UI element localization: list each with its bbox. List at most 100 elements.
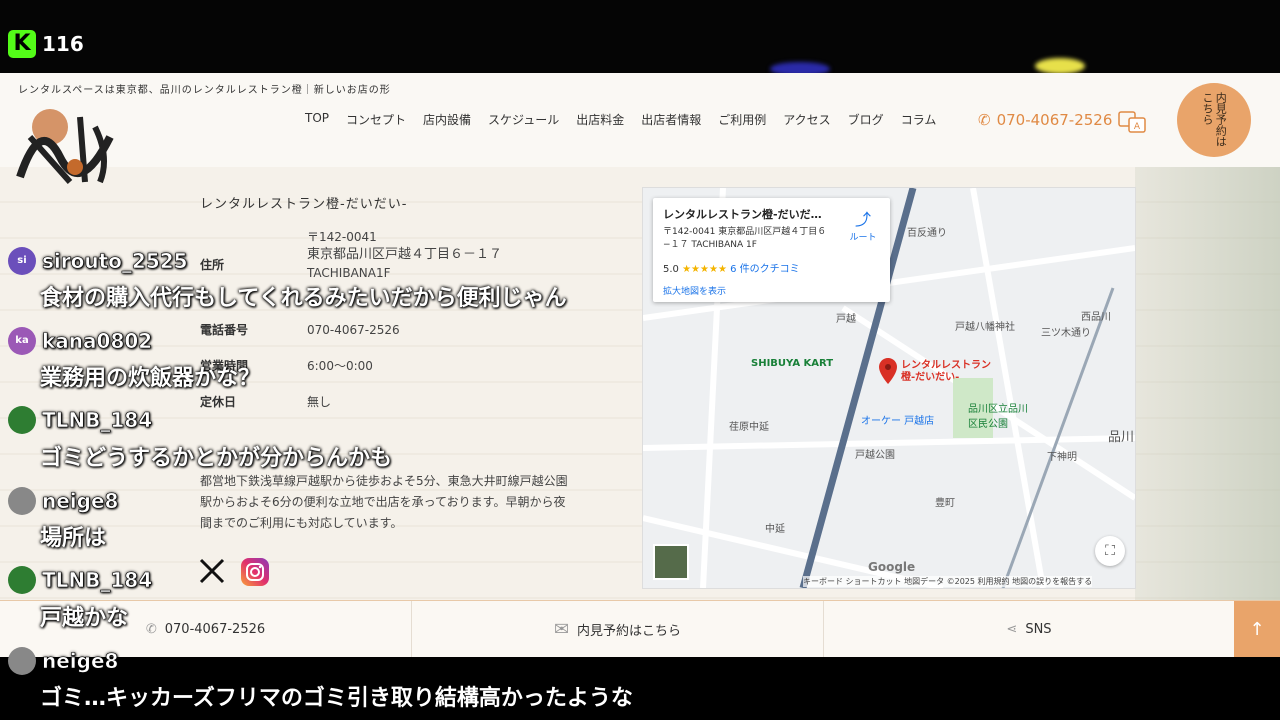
chat-message: 戸越かな bbox=[40, 606, 129, 631]
chat-message: ゴミどうするかとかが分からんかも bbox=[40, 446, 393, 471]
chat-username: neige8 bbox=[42, 489, 119, 514]
map-label-mitsuki: 三ツ木通り bbox=[1041, 328, 1091, 339]
chat-message: ゴミ…キッカーズフリマのゴミ引き取り結構高かったような bbox=[40, 686, 633, 711]
translate-icon[interactable]: A bbox=[1118, 111, 1146, 133]
chat-username: TLNB_184 bbox=[42, 408, 153, 433]
map-label-okay: オーケー 戸越店 bbox=[861, 416, 935, 427]
nav-facilities[interactable]: 店内設備 bbox=[423, 111, 471, 128]
nav-vendors[interactable]: 出店者情報 bbox=[641, 111, 701, 128]
nav-concept[interactable]: コンセプト bbox=[346, 111, 406, 128]
avatar: si bbox=[8, 247, 36, 275]
bottom-sns-label: SNS bbox=[1025, 622, 1052, 637]
map-footer: キーボード ショートカット 地図データ ©2025 利用規約 地図の誤りを報告す… bbox=[803, 576, 1093, 587]
nav-top[interactable]: TOP bbox=[305, 111, 329, 128]
reserve-viewing-button[interactable]: 内見予約はこちら bbox=[1177, 83, 1251, 157]
map-label-ebara: 荏原中延 bbox=[729, 422, 769, 433]
avatar bbox=[8, 487, 36, 515]
avatar bbox=[8, 406, 36, 434]
nav-access[interactable]: アクセス bbox=[783, 111, 830, 128]
chat-message: 食材の購入代行もしてくれるみたいだから便利じゃん bbox=[40, 286, 567, 311]
bottom-action-bar: ✆ 070-4067-2526 ✉ 内見予約はこちら ⋖ SNS ↑ bbox=[0, 600, 1280, 657]
nav-schedule[interactable]: スケジュール bbox=[488, 111, 559, 128]
tel-label: 電話番号 bbox=[200, 323, 249, 337]
header-phone-number: 070-4067-2526 bbox=[996, 111, 1113, 129]
leaf-decoration bbox=[1135, 167, 1280, 602]
tel-value: 070-4067-2526 bbox=[307, 323, 400, 337]
site-header: レンタルスペースは東京都、品川のレンタルレストラン橙｜新しいお店の形 TOP コ… bbox=[0, 73, 1280, 184]
chat-username: sirouto_2525 bbox=[42, 249, 188, 274]
site-tagline: レンタルスペースは東京都、品川のレンタルレストラン橙｜新しいお店の形 bbox=[18, 85, 391, 96]
chat-username: kana0802 bbox=[42, 329, 153, 354]
nav-blog[interactable]: ブログ bbox=[848, 111, 884, 128]
x-twitter-icon[interactable] bbox=[198, 557, 226, 585]
chat-message: 業務用の炊飯器かな？ bbox=[40, 366, 261, 391]
map-label-hyakutan: 百反通り bbox=[907, 228, 947, 239]
map-label-shinagawa-park: 品川区立品川区民公園 bbox=[968, 404, 1028, 430]
viewer-count: 116 bbox=[42, 32, 84, 56]
map-label-togoshi-hachiman: 戸越八幡神社 bbox=[955, 322, 1015, 333]
reviews-link[interactable]: 6 件のクチコミ bbox=[730, 264, 800, 275]
map-label-togoshi-koen: 戸越公園 bbox=[855, 450, 895, 461]
fullscreen-icon[interactable]: ⛶ bbox=[1095, 536, 1125, 566]
stream-top-bar: K 116 bbox=[0, 0, 1280, 76]
bottom-reserve-button[interactable]: ✉ 内見予約はこちら bbox=[412, 601, 824, 657]
instagram-icon[interactable] bbox=[241, 558, 269, 586]
hours-value: 6:00〜0:00 bbox=[307, 359, 373, 373]
map-label-shibuya-kart: SHIBUYA KART bbox=[751, 358, 834, 369]
chat-message: 場所は bbox=[40, 526, 107, 551]
map-pin-label: レンタルレストラン橙-だいだい- bbox=[901, 360, 991, 383]
share-icon: ⋖ bbox=[1006, 622, 1018, 637]
map-pin-icon[interactable] bbox=[879, 358, 897, 384]
main-nav: TOP コンセプト 店内設備 スケジュール 出店料金 出店者情報 ご利用例 アク… bbox=[305, 111, 953, 128]
place-address: 〒142-0041 東京都品川区戸越４丁目６−１７ TACHIBANA 1F bbox=[663, 227, 827, 250]
svg-text:A: A bbox=[1134, 122, 1141, 132]
phone-icon: ✆ bbox=[978, 111, 991, 129]
chat-user-row: TLNB_184 bbox=[8, 566, 152, 594]
bottom-sns-button[interactable]: ⋖ SNS bbox=[824, 601, 1234, 657]
route-label: ルート bbox=[849, 233, 877, 243]
bottom-phone-label: 070-4067-2526 bbox=[164, 622, 266, 637]
map-label-nishishinagawa: 西品川 bbox=[1081, 312, 1111, 323]
shop-title: レンタルレストラン橙-だいだい- bbox=[200, 197, 408, 212]
kick-logo-icon: K bbox=[8, 30, 36, 58]
map-label-shinagawa: 品川 bbox=[1108, 430, 1135, 445]
envelope-icon: ✉ bbox=[553, 619, 570, 640]
chat-user-row: neige8 bbox=[8, 647, 119, 675]
place-name: レンタルレストラン橙-だいだ… bbox=[663, 208, 822, 221]
avatar bbox=[8, 647, 36, 675]
bottom-reserve-label: 内見予約はこちら bbox=[577, 624, 682, 639]
site-logo[interactable] bbox=[10, 97, 125, 187]
holiday-value: 無し bbox=[307, 395, 332, 409]
avatar: ka bbox=[8, 327, 36, 355]
nav-pricing[interactable]: 出店料金 bbox=[576, 111, 624, 128]
rating-value: 5.0 bbox=[663, 264, 679, 275]
enlarge-map-link[interactable]: 拡大地図を表示 bbox=[663, 284, 726, 297]
google-map[interactable]: SHIBUYA KART オーケー 戸越店 荏原中延 戸越公園 戸越八幡神社 品… bbox=[642, 187, 1136, 589]
route-button[interactable]: ⤴ ルート bbox=[845, 206, 881, 243]
chat-user-row: si sirouto_2525 bbox=[8, 247, 188, 275]
place-rating-row: 5.0 ★★★★★ 6 件のクチコミ bbox=[663, 260, 800, 275]
chat-username: TLNB_184 bbox=[42, 568, 153, 593]
back-to-top-button[interactable]: ↑ bbox=[1234, 601, 1280, 657]
nav-examples[interactable]: ご利用例 bbox=[718, 111, 766, 128]
chat-user-row: TLNB_184 bbox=[8, 406, 152, 434]
chat-username: neige8 bbox=[42, 649, 119, 674]
directions-icon: ⤴ bbox=[854, 210, 871, 229]
satellite-toggle[interactable] bbox=[653, 544, 689, 580]
reserve-viewing-label: 内見予約はこちら bbox=[1201, 92, 1228, 147]
address-value: 東京都品川区戸越４丁目６－１７ bbox=[307, 247, 503, 262]
place-info-card: レンタルレストラン橙-だいだ… 〒142-0041 東京都品川区戸越４丁目６−１… bbox=[653, 198, 890, 302]
avatar bbox=[8, 566, 36, 594]
nav-column[interactable]: コラム bbox=[901, 111, 937, 128]
chat-user-row: ka kana0802 bbox=[8, 327, 153, 355]
phone-icon: ✆ bbox=[145, 622, 157, 637]
access-description: 都営地下鉄浅草線戸越駅から徒歩およそ5分、東急大井町線戸越公園駅からおよそ6分の… bbox=[200, 474, 568, 530]
neon-light-decoration bbox=[1035, 58, 1085, 74]
map-label-togoshi: 戸越 bbox=[836, 314, 856, 325]
holiday-label: 定休日 bbox=[200, 395, 237, 409]
map-label-shimoshinmei: 下神明 bbox=[1047, 452, 1077, 463]
map-label-toyomachi: 豊町 bbox=[935, 498, 955, 509]
header-phone-link[interactable]: ✆ 070-4067-2526 bbox=[978, 111, 1112, 129]
chat-user-row: neige8 bbox=[8, 487, 119, 515]
postal-code: 〒142-0041 bbox=[307, 230, 377, 244]
